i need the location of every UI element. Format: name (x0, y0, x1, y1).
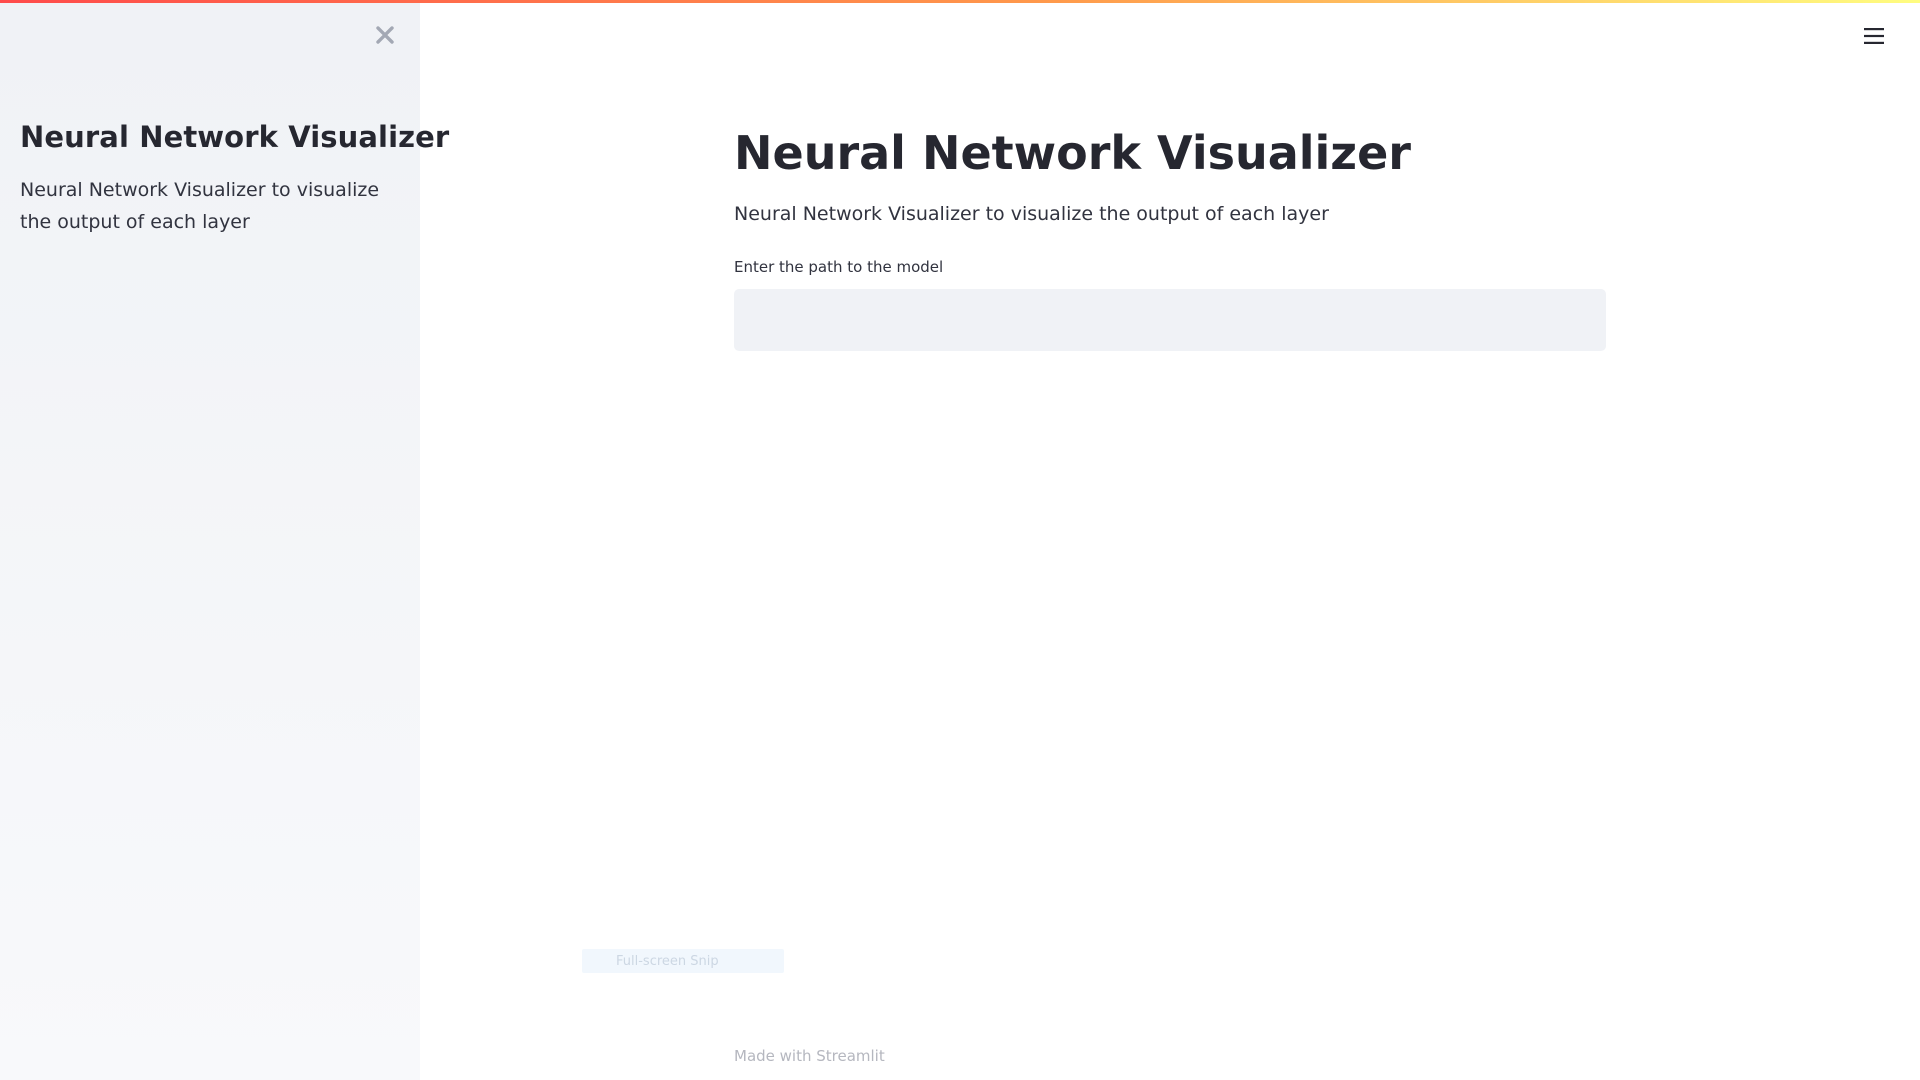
footer-made-with[interactable]: Made with Streamlit (734, 1047, 885, 1065)
page-title: Neural Network Visualizer (734, 126, 1411, 180)
model-path-label: Enter the path to the model (734, 258, 944, 276)
page-description: Neural Network Visualizer to visualize t… (734, 203, 1329, 225)
sidebar-description: Neural Network Visualizer to visualize t… (20, 179, 380, 233)
model-path-input[interactable] (734, 289, 1606, 351)
sidebar-title: Neural Network Visualizer (20, 120, 450, 154)
close-icon[interactable] (372, 22, 398, 48)
hamburger-menu-icon[interactable] (1862, 24, 1886, 48)
snip-label: Full-screen Snip (616, 953, 719, 969)
top-decoration-bar (0, 0, 1920, 3)
snip-tooltip-ghost: Full-screen Snip (582, 949, 784, 973)
sidebar: Neural Network Visualizer Neural Network… (0, 0, 449, 1080)
